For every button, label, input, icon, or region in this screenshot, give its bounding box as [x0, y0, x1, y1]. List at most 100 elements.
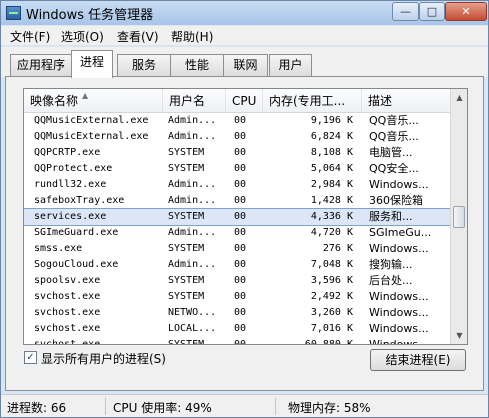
task-manager-window: Windows 任务管理器 — □ ✕ 文件(F) 选项(O) 查看(V) 帮助… — [0, 0, 489, 418]
tab-applications[interactable]: 应用程序 — [10, 54, 72, 76]
process-description: QQ安全... — [369, 162, 419, 175]
tab-performance[interactable]: 性能 — [170, 54, 224, 76]
scroll-down-arrow-icon[interactable]: ▼ — [451, 327, 467, 344]
tab-networking[interactable]: 联网 — [223, 54, 268, 76]
process-memory: 2,984 K — [310, 179, 353, 190]
process-image-name: QQPCRTP.exe — [34, 147, 101, 158]
process-memory: 7,016 K — [310, 323, 353, 334]
process-user-name: SYSTEM — [168, 147, 205, 158]
process-list[interactable]: 映像名称 ▲ 用户名 CPU 内存(专用工... 描述 QQMusicExter… — [23, 88, 468, 345]
process-row[interactable]: QQMusicExternal.exe Admin... 00 9,196 K QQ音乐… — [24, 113, 450, 129]
process-memory: 9,196 K — [310, 115, 353, 126]
process-row[interactable]: svchost.exe SYSTEM 00 2,492 K Windows... — [24, 289, 450, 305]
process-cpu: 00 — [234, 243, 247, 254]
process-image-name: svchost.exe — [34, 323, 101, 334]
process-description: 360保险箱 — [369, 194, 423, 207]
process-cpu: 00 — [234, 339, 247, 345]
process-memory: 1,428 K — [310, 195, 353, 206]
scroll-up-arrow-icon[interactable]: ▲ — [451, 89, 467, 106]
column-description[interactable]: 描述 — [362, 89, 450, 113]
process-row[interactable]: QQProtect.exe SYSTEM 00 5,064 K QQ安全... — [24, 161, 450, 177]
process-cpu: 00 — [234, 163, 247, 174]
column-image-name[interactable]: 映像名称 ▲ — [24, 89, 163, 113]
status-cpu-usage: CPU 使用率: 49% — [113, 401, 212, 415]
process-memory: 6,824 K — [310, 131, 353, 142]
status-process-count: 进程数: 66 — [7, 401, 67, 415]
process-image-name: smss.exe — [34, 243, 83, 254]
tab-users[interactable]: 用户 — [269, 54, 312, 76]
process-description: Windows... — [369, 290, 429, 303]
process-image-name: spoolsv.exe — [34, 275, 101, 286]
task-manager-icon — [6, 6, 21, 20]
minimize-button[interactable]: — — [392, 2, 419, 21]
menu-help[interactable]: 帮助(H) — [171, 28, 213, 45]
menu-options[interactable]: 选项(O) — [61, 28, 104, 45]
process-memory: 3,260 K — [310, 307, 353, 318]
process-rows: QQMusicExternal.exe Admin... 00 9,196 K QQ音乐… — [24, 113, 451, 345]
process-memory: 60,880 K — [304, 339, 353, 345]
status-bar: 进程数: 66 CPU 使用率: 49% 物理内存: 58% — [1, 394, 488, 417]
maximize-button[interactable]: □ — [419, 2, 445, 21]
process-row[interactable]: QQMusicExternal.exe Admin... 00 6,824 K QQ音乐… — [24, 129, 450, 145]
process-row[interactable]: safeboxTray.exe Admin... 00 1,428 K 360保险箱 — [24, 193, 450, 209]
process-user-name: Admin... — [168, 227, 217, 238]
process-memory: 7,048 K — [310, 259, 353, 270]
process-row[interactable]: svchost.exe NETWO... 00 3,260 K Windows... — [24, 305, 450, 321]
process-user-name: Admin... — [168, 179, 217, 190]
title-bar[interactable]: Windows 任务管理器 — □ ✕ — [1, 1, 488, 25]
menu-view[interactable]: 查看(V) — [117, 28, 159, 45]
process-image-name: QQMusicExternal.exe — [34, 115, 149, 126]
process-description: Windows... — [369, 306, 429, 319]
status-physical-memory: 物理内存: 58% — [288, 401, 371, 415]
process-row[interactable]: QQPCRTP.exe SYSTEM 00 8,108 K 电脑管... — [24, 145, 450, 161]
process-cpu: 00 — [234, 115, 247, 126]
process-cpu: 00 — [234, 307, 247, 318]
process-user-name: Admin... — [168, 131, 217, 142]
process-memory: 3,596 K — [310, 275, 353, 286]
process-row[interactable]: SGImeGuard.exe Admin... 00 4,720 K SGImeGu..… — [24, 225, 450, 241]
process-description: 搜狗输... — [369, 258, 413, 271]
process-description: Windows... — [369, 338, 429, 345]
process-user-name: Admin... — [168, 195, 217, 206]
process-cpu: 00 — [234, 147, 247, 158]
process-cpu: 00 — [234, 323, 247, 334]
process-user-name: NETWO... — [168, 307, 217, 318]
column-memory[interactable]: 内存(专用工... — [263, 89, 362, 113]
process-cpu: 00 — [234, 291, 247, 302]
process-row[interactable]: spoolsv.exe SYSTEM 00 3,596 K 后台处... — [24, 273, 450, 289]
menu-file[interactable]: 文件(F) — [10, 28, 50, 45]
column-header-row: 映像名称 ▲ 用户名 CPU 内存(专用工... 描述 — [24, 89, 450, 113]
process-row[interactable]: svchost.exe LOCAL... 00 7,016 K Windows... — [24, 321, 450, 337]
process-memory: 4,720 K — [310, 227, 353, 238]
process-user-name: SYSTEM — [168, 243, 205, 254]
end-process-button[interactable]: 结束进程(E) — [370, 349, 466, 371]
scrollbar-thumb[interactable] — [453, 206, 465, 228]
menu-bar: 文件(F) 选项(O) 查看(V) 帮助(H) — [1, 26, 488, 46]
show-all-users-checkbox[interactable]: ✓ — [24, 351, 37, 364]
process-row[interactable]: svchost.exe SYSTEM 00 60,880 K Windows... — [24, 337, 450, 345]
close-button[interactable]: ✕ — [445, 2, 487, 21]
process-memory: 2,492 K — [310, 291, 353, 302]
process-row[interactable]: SogouCloud.exe Admin... 00 7,048 K 搜狗输... — [24, 257, 450, 273]
vertical-scrollbar[interactable]: ▲ ▼ — [450, 89, 467, 344]
process-cpu: 00 — [234, 275, 247, 286]
window-title: Windows 任务管理器 — [26, 8, 154, 23]
show-all-users-label[interactable]: 显示所有用户的进程(S) — [41, 350, 166, 367]
process-user-name: SYSTEM — [168, 211, 205, 222]
process-user-name: SYSTEM — [168, 163, 205, 174]
tab-processes[interactable]: 进程 — [71, 50, 113, 78]
column-user-name[interactable]: 用户名 — [163, 89, 226, 113]
column-cpu[interactable]: CPU — [226, 89, 263, 113]
process-description: Windows... — [369, 242, 429, 255]
process-cpu: 00 — [234, 131, 247, 142]
process-row[interactable]: services.exe SYSTEM 00 4,336 K 服务和... — [24, 208, 451, 226]
process-description: Windows... — [369, 178, 429, 191]
tab-services[interactable]: 服务 — [117, 54, 171, 76]
process-row[interactable]: smss.exe SYSTEM 00 276 K Windows... — [24, 241, 450, 257]
process-memory: 5,064 K — [310, 163, 353, 174]
process-row[interactable]: rundll32.exe Admin... 00 2,984 K Windows... — [24, 177, 450, 193]
process-image-name: svchost.exe — [34, 307, 101, 318]
process-memory: 4,336 K — [310, 211, 353, 222]
process-cpu: 00 — [234, 211, 247, 222]
process-image-name: svchost.exe — [34, 339, 101, 345]
